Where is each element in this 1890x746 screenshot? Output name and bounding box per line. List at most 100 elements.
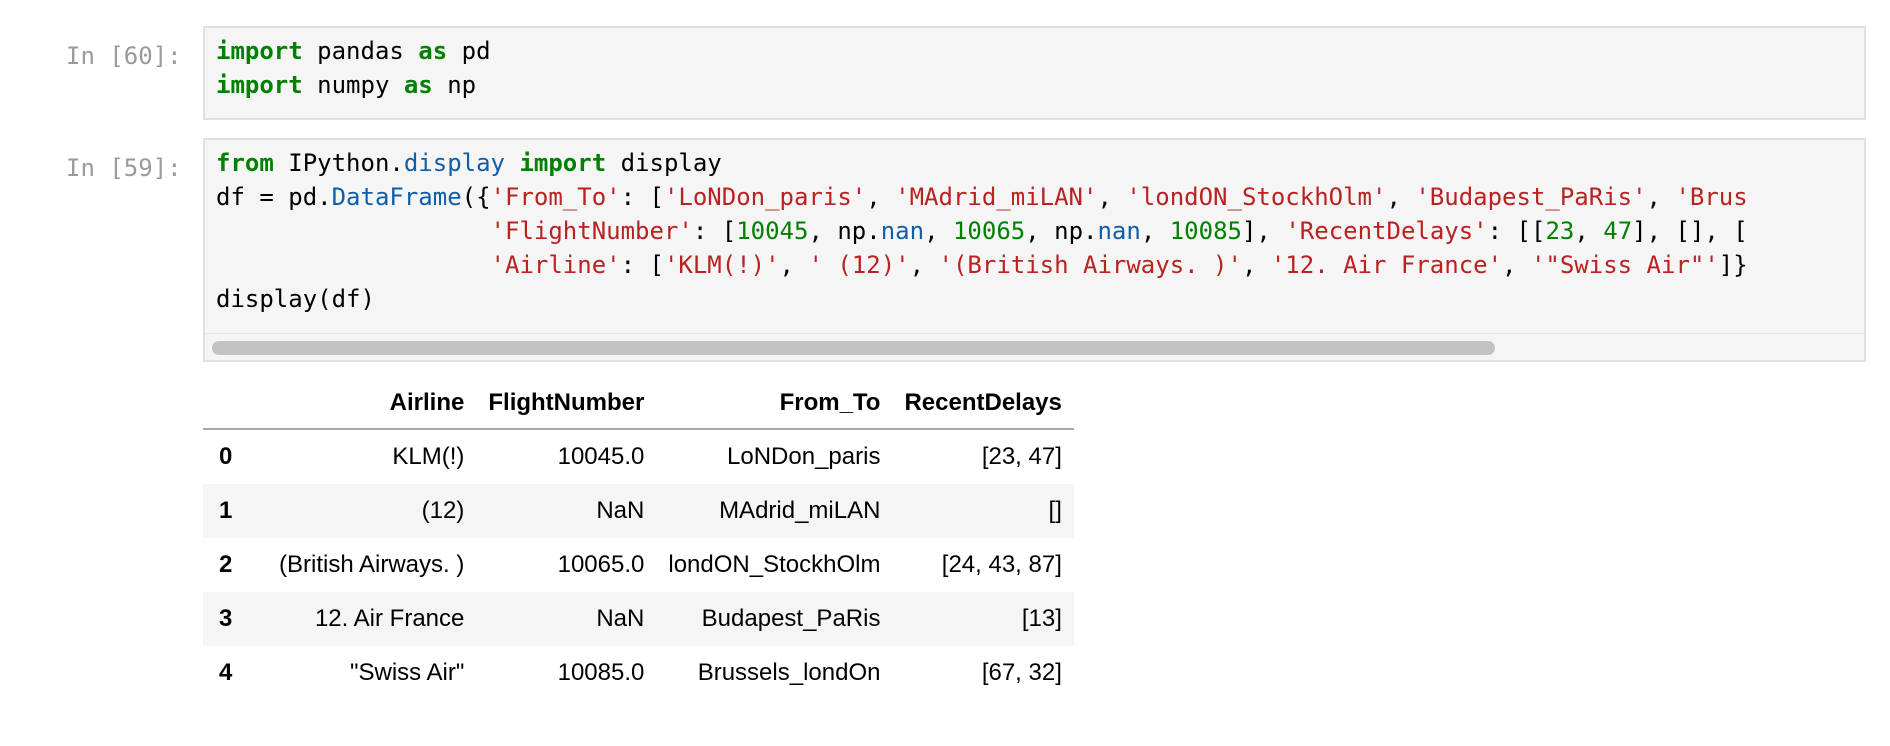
code-token: ], [1241, 217, 1286, 245]
code-token: nan [1097, 217, 1141, 245]
code-line: import numpy as np [216, 68, 1864, 102]
code-token: ]} [1718, 251, 1748, 279]
code-line: from IPython.display import display [216, 146, 1864, 180]
row-index: 0 [219, 443, 233, 470]
code-token: , [924, 217, 953, 245]
code-token: ], [], [ [1632, 217, 1748, 245]
code-token: from [216, 149, 274, 177]
cell-recentdelays: [] [1048, 497, 1062, 524]
code-token: '12. Air France' [1270, 251, 1503, 279]
code-token: 'FlightNumber' [490, 217, 693, 245]
code-token: , [1646, 183, 1676, 211]
row-index: 1 [219, 497, 233, 524]
cell-from-to: londON_StockhOlm [668, 551, 881, 578]
code-token: 10085 [1169, 217, 1242, 245]
column-header-from-to: From_To [656, 378, 893, 430]
cell-flightnumber: 10085.0 [557, 659, 645, 686]
code-token: , [1386, 183, 1416, 211]
table-row: 4 "Swiss Air" 10085.0 Brussels_londOn [6… [203, 646, 1074, 700]
code-token: 'londON_StockhOlm' [1126, 183, 1387, 211]
code-cell-dataframe: In [59]: from IPython.display import dis… [0, 138, 1890, 362]
cell-airline: KLM(!) [392, 443, 465, 470]
code-token: , np. [808, 217, 881, 245]
table-header-row: Airline FlightNumber From_To RecentDelay… [203, 378, 1074, 430]
code-editor[interactable]: import pandas as pd import numpy as np [205, 28, 1864, 102]
code-token: : [[ [1487, 217, 1546, 245]
cell-airline: 12. Air France [314, 605, 465, 632]
cell-recentdelays: [67, 32] [981, 659, 1062, 686]
code-line: 'Airline': ['KLM(!)', ' (12)', '(British… [216, 248, 1864, 282]
scrollbar-thumb[interactable] [212, 341, 1495, 355]
column-header-airline: Airline [267, 378, 477, 430]
code-token: 'From_To' [490, 183, 621, 211]
row-index: 2 [219, 551, 233, 578]
code-token: display [403, 149, 505, 177]
code-editor[interactable]: from IPython.display import display df = … [205, 140, 1864, 316]
code-token: 'RecentDelays' [1285, 217, 1488, 245]
cell-airline: (British Airways. ) [279, 551, 465, 578]
cell-from-to: Brussels_londOn [697, 659, 881, 686]
code-line: 'FlightNumber': [10045, np.nan, 10065, n… [216, 214, 1864, 248]
cell-from-to: Budapest_PaRis [701, 605, 881, 632]
cell-flightnumber: NaN [596, 497, 645, 524]
code-token: numpy [302, 71, 404, 99]
code-token: 'KLM(!)' [663, 251, 780, 279]
row-index: 3 [219, 605, 233, 632]
code-input-area[interactable]: from IPython.display import display df = … [203, 138, 1866, 362]
code-token: , [1097, 183, 1127, 211]
code-token: display(df) [216, 285, 375, 313]
code-token: nan [880, 217, 925, 245]
code-token: , np. [1025, 217, 1098, 245]
code-token: , [1574, 217, 1604, 245]
notebook: In [60]: import pandas as pd import numpy… [0, 0, 1890, 746]
cell-airline: "Swiss Air" [349, 659, 465, 686]
dataframe-output-table: Airline FlightNumber From_To RecentDelay… [203, 378, 1074, 700]
code-token: df = pd. [216, 183, 332, 211]
code-token: 10045 [736, 217, 809, 245]
cell-from-to: LoNDon_paris [727, 443, 881, 470]
code-token: 10065 [952, 217, 1026, 245]
code-token: 'Brus [1675, 183, 1748, 211]
code-token: 'Budapest_PaRis' [1415, 183, 1647, 211]
code-line: df = pd.DataFrame({'From_To': ['LoNDon_p… [216, 180, 1864, 214]
table-row: 1 (12) NaN MAdrid_miLAN [] [203, 484, 1074, 538]
code-token: 47 [1603, 217, 1633, 245]
code-token: : [ [692, 217, 737, 245]
cell-flightnumber: NaN [596, 605, 645, 632]
code-token: , [1241, 251, 1271, 279]
code-token: IPython. [273, 149, 404, 177]
code-token: '(British Airways. )' [938, 251, 1242, 279]
code-token: : [ [620, 183, 664, 211]
code-token: pandas [302, 37, 419, 65]
column-header-recentdelays: RecentDelays [892, 378, 1074, 430]
code-token: , [779, 251, 809, 279]
horizontal-scrollbar[interactable] [205, 333, 1864, 360]
code-token: as [403, 71, 433, 99]
cell-flightnumber: 10045.0 [557, 443, 645, 470]
code-line: import pandas as pd [216, 34, 1864, 68]
code-token: , [909, 251, 939, 279]
cell-flightnumber: 10065.0 [557, 551, 645, 578]
table-row: 3 12. Air France NaN Budapest_PaRis [13] [203, 592, 1074, 646]
code-token: as [418, 37, 448, 65]
code-token: , [866, 183, 896, 211]
input-prompt: In [59]: [66, 154, 182, 182]
code-token: import [216, 37, 303, 65]
cell-airline: (12) [421, 497, 465, 524]
cell-recentdelays: [23, 47] [981, 443, 1062, 470]
code-token: ' (12)' [808, 251, 910, 279]
code-token: DataFrame [331, 183, 462, 211]
code-token: 'MAdrid_miLAN' [895, 183, 1098, 211]
code-token: import [519, 149, 607, 177]
cell-recentdelays: [24, 43, 87] [941, 551, 1062, 578]
input-prompt: In [60]: [66, 42, 182, 70]
code-input-area[interactable]: import pandas as pd import numpy as np [203, 26, 1866, 120]
code-token: pd [447, 37, 491, 65]
code-cell-imports: In [60]: import pandas as pd import numpy… [0, 26, 1890, 120]
code-token: , [1140, 217, 1170, 245]
code-token: 'LoNDon_paris' [663, 183, 867, 211]
cell-recentdelays: [13] [1021, 605, 1062, 632]
code-token: 23 [1545, 217, 1575, 245]
